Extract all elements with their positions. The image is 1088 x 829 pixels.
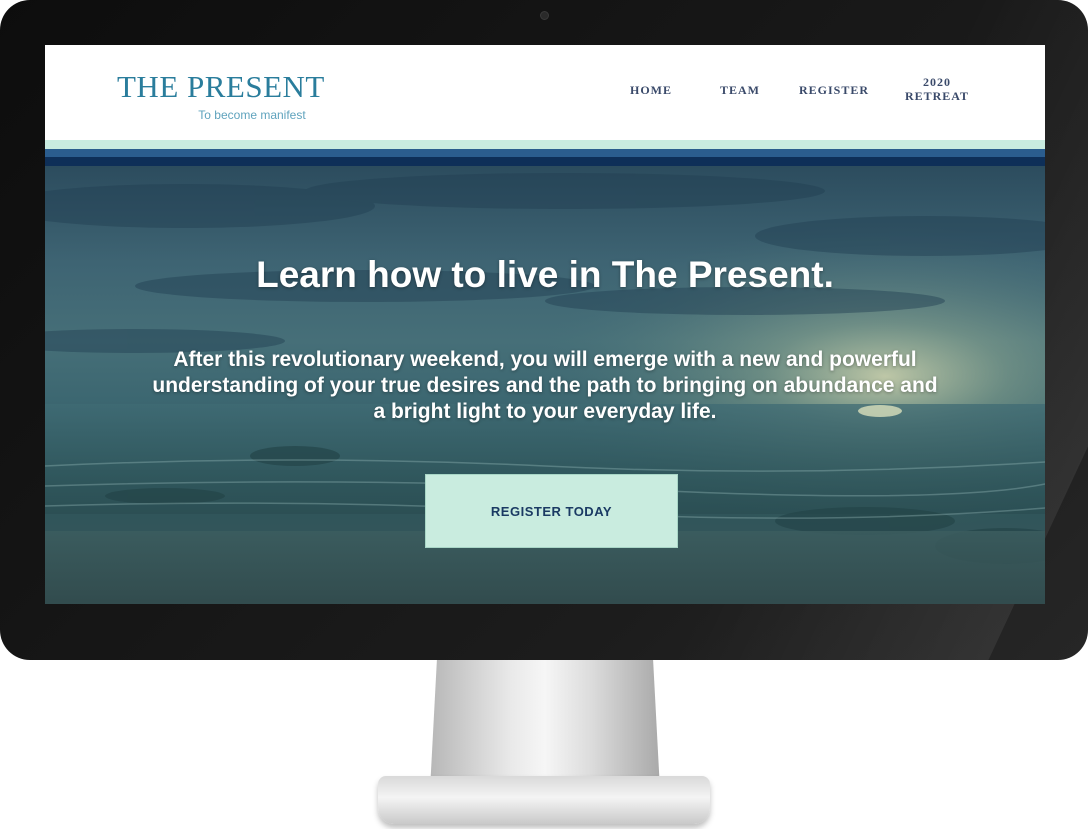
nav-2020-retreat-link[interactable]: 2020 RETREAT	[902, 75, 972, 103]
hero-title: Learn how to live in The Present.	[256, 253, 834, 295]
header-stripe-mid	[45, 149, 1045, 157]
header-stripe-dark	[45, 157, 1045, 166]
monitor-bezel: THE PRESENT To become manifest HOME TEAM…	[0, 0, 1088, 660]
website-screen: THE PRESENT To become manifest HOME TEAM…	[45, 45, 1045, 604]
nav-team-link[interactable]: TEAM	[720, 83, 760, 97]
hero-description: After this revolutionary weekend, you wi…	[152, 348, 938, 423]
nav-register-link[interactable]: REGISTER	[799, 83, 869, 97]
monitor-stand-neck	[430, 660, 660, 790]
site-logo-title[interactable]: THE PRESENT	[117, 69, 325, 105]
site-logo-tagline: To become manifest	[198, 108, 306, 122]
site-header: THE PRESENT To become manifest HOME TEAM…	[45, 45, 1045, 140]
nav-retreat-label: RETREAT	[904, 89, 970, 103]
nav-home-link[interactable]: HOME	[630, 83, 672, 97]
register-today-button[interactable]: REGISTER TODAY	[425, 474, 678, 548]
nav-retreat-year: 2020	[923, 75, 951, 89]
hero-section: Learn how to live in The Present. After …	[45, 166, 1045, 604]
webcam-icon	[540, 11, 549, 20]
monitor-stand-base	[378, 776, 710, 824]
header-stripe-light	[45, 140, 1045, 149]
